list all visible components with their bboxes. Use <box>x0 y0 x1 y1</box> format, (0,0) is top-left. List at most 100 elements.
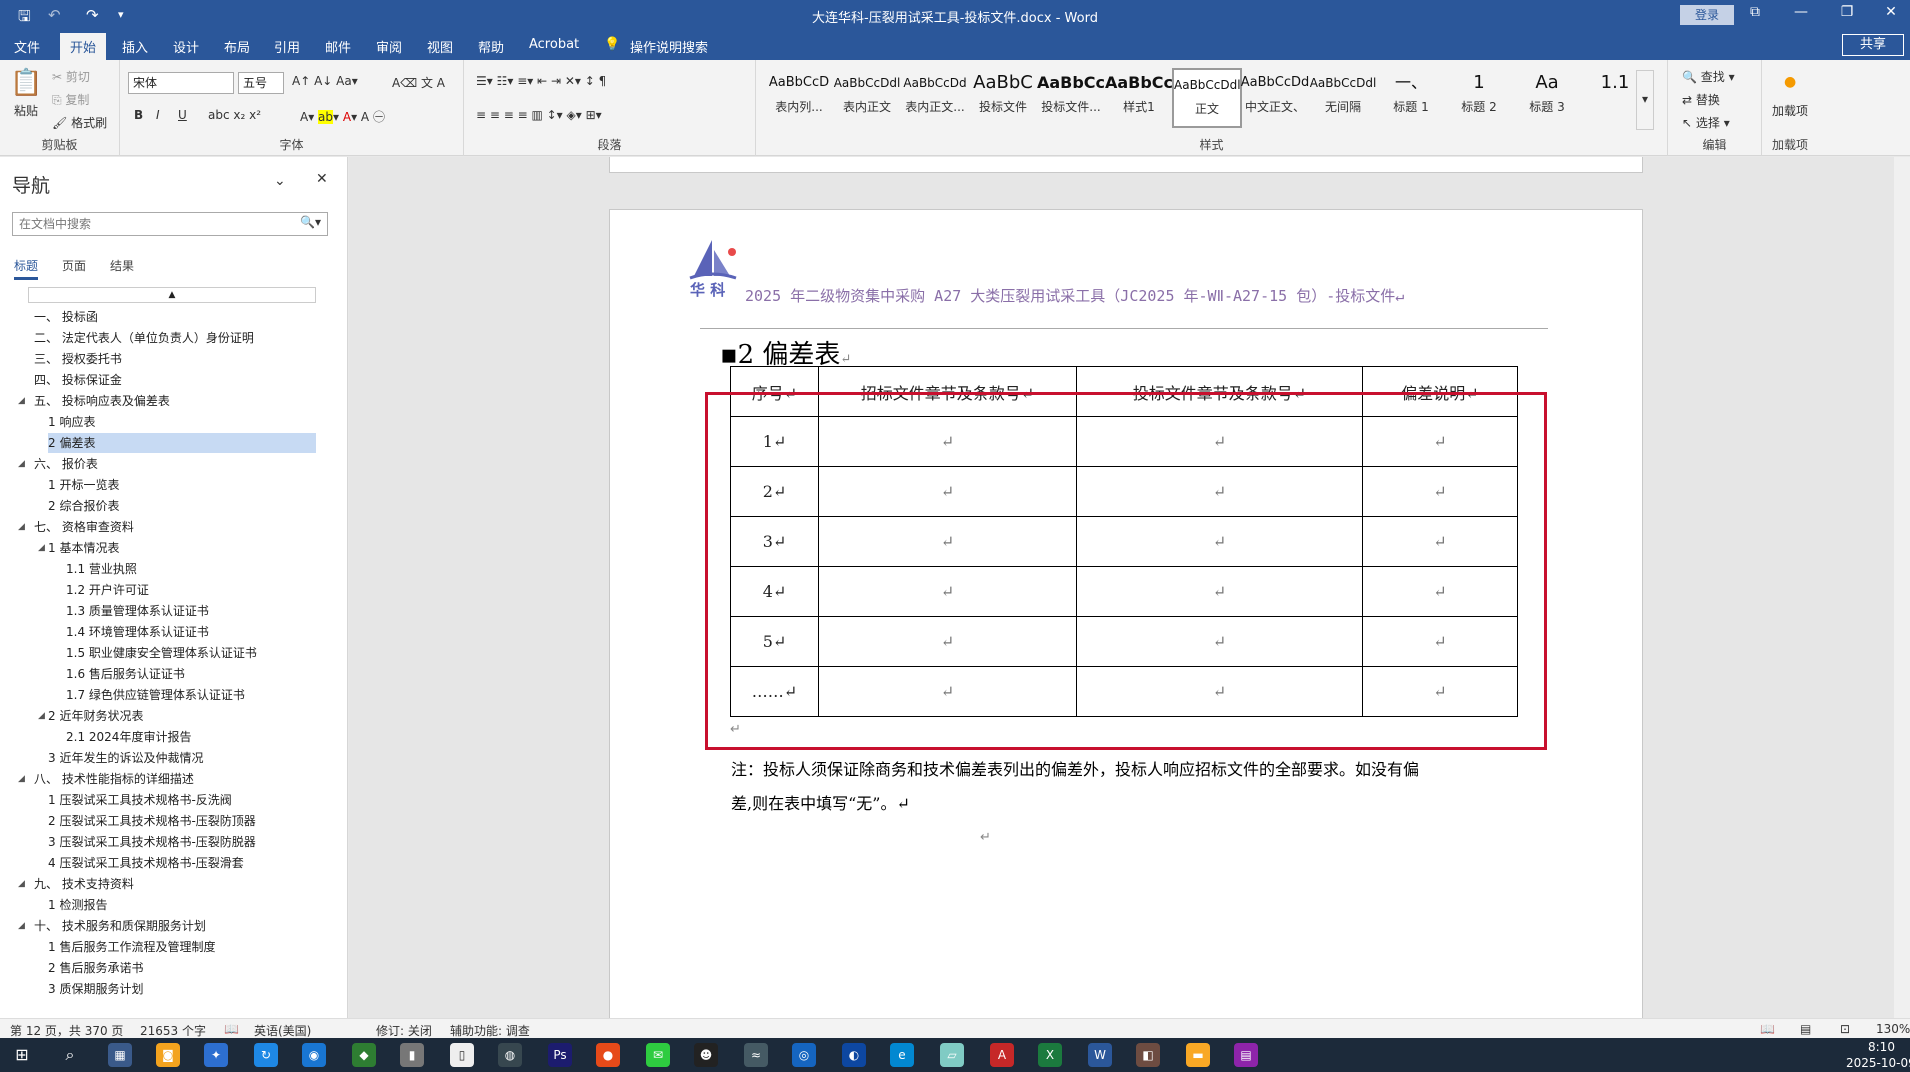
calculator-icon[interactable]: ▦ <box>108 1043 132 1067</box>
tab-acrobat[interactable]: Acrobat <box>529 37 579 52</box>
style-无间隔[interactable]: AaBbCcDdl 无间隔 <box>1308 68 1378 128</box>
qq-icon[interactable]: ☻ <box>694 1043 718 1067</box>
app-icon[interactable]: ◎ <box>792 1043 816 1067</box>
page-count[interactable]: 第 12 页，共 370 页 <box>10 1022 123 1039</box>
tab-file[interactable]: 文件 <box>14 37 40 56</box>
nav-heading-item[interactable]: 2 近年财务状况表 <box>48 706 143 726</box>
nav-heading-item[interactable]: 1.7 绿色供应链管理体系认证证书 <box>66 685 245 705</box>
nav-heading-item[interactable]: 2 偏差表 <box>48 433 316 453</box>
app-icon[interactable]: ▱ <box>940 1043 964 1067</box>
underline-button[interactable]: U <box>178 108 187 122</box>
share-button[interactable]: 共享 <box>1842 34 1904 56</box>
bold-button[interactable]: B <box>134 108 143 122</box>
replace-button[interactable]: ⇄ 替换 <box>1682 91 1720 108</box>
expand-toggle-icon[interactable]: ◢ <box>38 711 45 721</box>
nav-heading-item[interactable]: 1.4 环境管理体系认证证书 <box>66 622 209 642</box>
nav-heading-item[interactable]: 3 近年发生的诉讼及仲裁情况 <box>48 748 203 768</box>
style-标题-1[interactable]: 一、 标题 1 <box>1376 68 1446 128</box>
search-icon[interactable]: 🔍▾ <box>300 215 321 229</box>
nav-heading-item[interactable]: 一、 投标函 <box>34 307 98 327</box>
nav-search-input[interactable]: 在文档中搜索 <box>12 212 328 236</box>
expand-toggle-icon[interactable]: ◢ <box>38 543 45 553</box>
nav-heading-item[interactable]: 1 检测报告 <box>48 895 107 915</box>
styles-more-icon[interactable]: ▾ <box>1636 70 1654 130</box>
language[interactable]: 英语(美国) <box>254 1022 311 1039</box>
restore-button[interactable]: ❐ <box>1832 4 1862 20</box>
nav-heading-item[interactable]: 三、 授权委托书 <box>34 349 122 369</box>
nav-heading-item[interactable]: 2 售后服务承诺书 <box>48 958 143 978</box>
style-正文[interactable]: AaBbCcDdl 正文 <box>1172 68 1242 128</box>
addins-icon[interactable]: ● <box>1784 74 1796 90</box>
text-effects-icon[interactable]: A▾ ab▾ A▾ A ㊀ <box>300 108 385 125</box>
app-icon[interactable]: ≈ <box>744 1043 768 1067</box>
tab-view[interactable]: 视图 <box>427 37 453 56</box>
search-icon[interactable]: ⌕ <box>58 1043 82 1067</box>
edge-icon[interactable]: e <box>890 1043 914 1067</box>
web-layout-icon[interactable]: ⊡ <box>1840 1022 1850 1036</box>
font-size-select[interactable]: 五号 <box>238 72 284 94</box>
nav-tab-pages[interactable]: 页面 <box>62 257 86 274</box>
expand-toggle-icon[interactable]: ◢ <box>18 396 25 406</box>
tab-home[interactable]: 开始 <box>60 33 107 60</box>
align-left-icon[interactable]: ≡ ≡ ≡ ≡ ▥ ↕▾ ◈▾ ⊞▾ <box>476 108 602 122</box>
copy-button[interactable]: ⎘ 复制 <box>52 91 89 108</box>
addins-button[interactable]: 加载项 <box>1768 102 1812 119</box>
nav-heading-item[interactable]: 四、 投标保证金 <box>34 370 122 390</box>
strikethrough-icon[interactable]: abc x₂ x² <box>208 108 261 122</box>
excel-icon[interactable]: X <box>1038 1043 1062 1067</box>
nav-heading-item[interactable]: 二、 法定代表人（单位负责人）身份证明 <box>34 328 254 348</box>
nav-heading-item[interactable]: 3 质保期服务计划 <box>48 979 143 999</box>
nav-heading-item[interactable]: 2.1 2024年度审计报告 <box>66 727 191 747</box>
app-icon[interactable]: ◙ <box>156 1043 180 1067</box>
minimize-button[interactable]: — <box>1786 4 1816 20</box>
read-mode-icon[interactable]: 📖 <box>1760 1022 1775 1036</box>
nav-tab-results[interactable]: 结果 <box>110 257 134 274</box>
app-icon[interactable]: ◉ <box>302 1043 326 1067</box>
expand-toggle-icon[interactable]: ◢ <box>18 522 25 532</box>
vertical-scrollbar[interactable] <box>1894 157 1910 1018</box>
style-投标文件-[interactable]: AaBbCc 投标文件... <box>1036 68 1106 128</box>
nav-tab-headings[interactable]: 标题 <box>14 257 39 280</box>
nav-heading-item[interactable]: 六、 报价表 <box>34 454 98 474</box>
tab-mailings[interactable]: 邮件 <box>325 37 351 56</box>
app-icon[interactable]: ▤ <box>1234 1043 1258 1067</box>
collapse-all-bar[interactable]: ▲ <box>28 287 316 303</box>
close-button[interactable]: ✕ <box>1876 4 1906 20</box>
chevron-down-icon[interactable]: ⌄ <box>274 173 286 189</box>
find-button[interactable]: 🔍 查找 ▾ <box>1682 68 1735 85</box>
nav-heading-item[interactable]: 十、 技术服务和质保期服务计划 <box>34 916 206 936</box>
style-表内列-[interactable]: AaBbCcD 表内列... <box>764 68 834 128</box>
nav-heading-item[interactable]: 1.2 开户许可证 <box>66 580 149 600</box>
wechat-icon[interactable]: ✉ <box>646 1043 670 1067</box>
track-changes-status[interactable]: 修订: 关闭 <box>376 1022 432 1039</box>
expand-toggle-icon[interactable]: ◢ <box>18 879 25 889</box>
login-button[interactable]: 登录 <box>1680 5 1734 25</box>
file-icon[interactable]: ▯ <box>450 1043 474 1067</box>
word-count[interactable]: 21653 个字 <box>140 1022 206 1039</box>
zoom-level[interactable]: 130% <box>1876 1022 1910 1036</box>
app-icon[interactable]: ◧ <box>1136 1043 1160 1067</box>
note-line-2[interactable]: 差,则在表中填写“无”。↵ <box>731 790 910 814</box>
paste-icon[interactable]: 📋 <box>10 68 42 98</box>
nav-heading-item[interactable]: 4 压裂试采工具技术规格书-压裂滑套 <box>48 853 244 873</box>
close-icon[interactable]: ✕ <box>316 171 328 187</box>
nav-heading-item[interactable]: 七、 资格审查资料 <box>34 517 134 537</box>
expand-toggle-icon[interactable]: ◢ <box>18 459 25 469</box>
select-button[interactable]: ↖ 选择 ▾ <box>1682 114 1730 131</box>
folder-icon[interactable]: ▬ <box>1186 1043 1210 1067</box>
nav-heading-item[interactable]: 1.6 售后服务认证证书 <box>66 664 185 684</box>
clock-date[interactable]: 2025-10-09 <box>1846 1056 1910 1070</box>
app-icon[interactable]: ● <box>596 1043 620 1067</box>
nav-heading-item[interactable]: 3 压裂试采工具技术规格书-压裂防脱器 <box>48 832 256 852</box>
nav-heading-item[interactable]: 五、 投标响应表及偏差表 <box>34 391 170 411</box>
app-icon[interactable]: ◐ <box>842 1043 866 1067</box>
style-样式1[interactable]: AaBbCc 样式1 <box>1104 68 1174 128</box>
bullets-icon[interactable]: ☰▾ ☷▾ ≡▾ ⇤ ⇥ ✕▾ ↕ ¶ <box>476 74 606 88</box>
nav-heading-item[interactable]: 1.3 质量管理体系认证证书 <box>66 601 209 621</box>
italic-button[interactable]: I <box>156 108 160 122</box>
tab-layout[interactable]: 布局 <box>224 37 250 56</box>
grow-font-icon[interactable]: A↑ A↓ Aa▾ <box>292 74 358 88</box>
acrobat-icon[interactable]: A <box>990 1043 1014 1067</box>
expand-toggle-icon[interactable]: ◢ <box>18 921 25 931</box>
app-icon[interactable]: ◆ <box>352 1043 376 1067</box>
